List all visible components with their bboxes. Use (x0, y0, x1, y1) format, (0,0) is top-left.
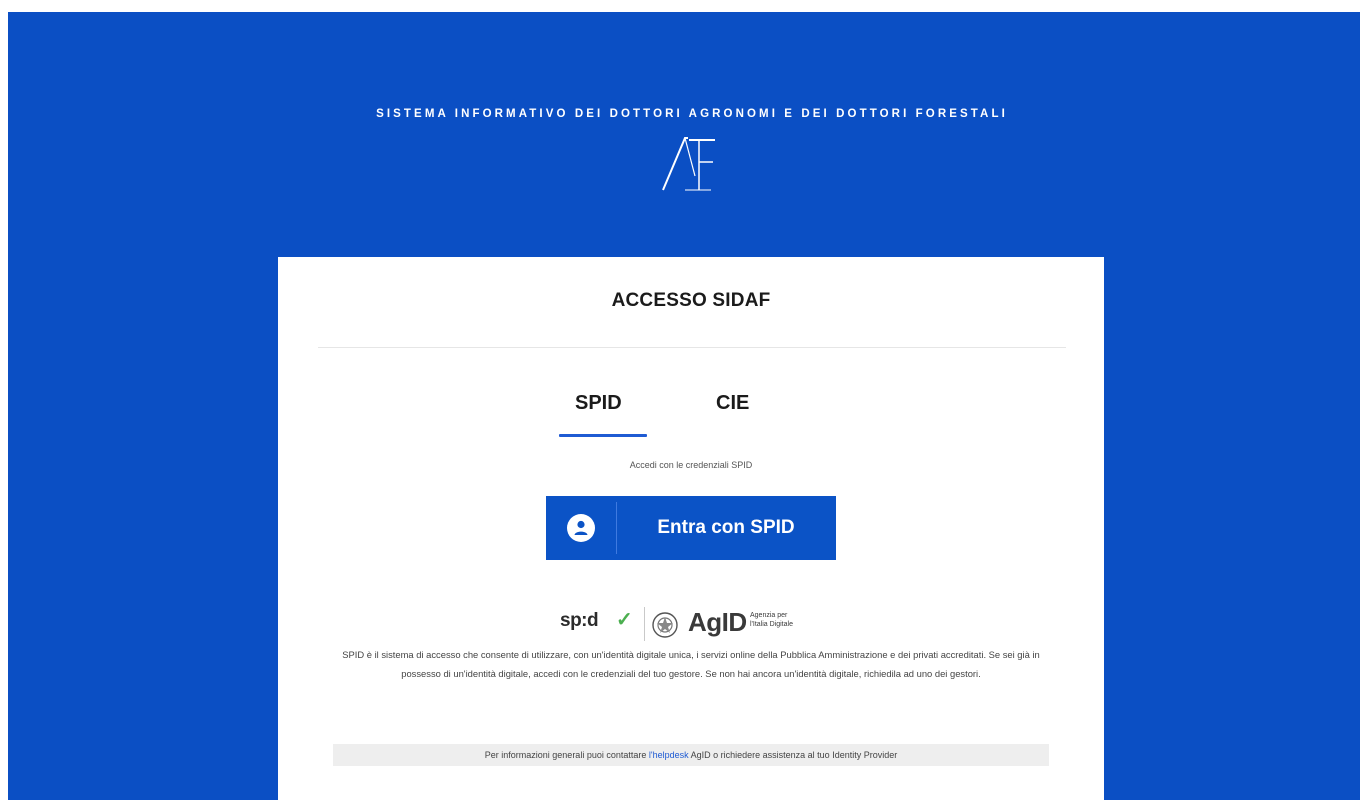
info-bar: Per informazioni generali puoi contattar… (333, 744, 1049, 766)
info-suffix: AgID o richiedere assistenza al tuo Iden… (688, 750, 898, 760)
spid-helper-text: Accedi con le credenziali SPID (629, 460, 753, 470)
card-title: ACCESSO SIDAF (611, 290, 771, 311)
agid-emblem-icon (652, 612, 678, 638)
spid-agid-logos: sp:d ✓ AgID Agenzia per l'Italia Digital… (560, 607, 840, 643)
site-title: SISTEMA INFORMATIVO DEI DOTTORI AGRONOMI… (376, 108, 1008, 120)
info-prefix: Per informazioni generali puoi contattar… (484, 750, 649, 760)
page: SISTEMA INFORMATIVO DEI DOTTORI AGRONOMI… (0, 0, 1360, 800)
tab-cie[interactable]: CIE (716, 392, 749, 415)
spid-button-label: Entra con SPID (657, 517, 795, 538)
af-logo-icon (662, 137, 715, 191)
tab-spid[interactable]: SPID (575, 392, 622, 415)
agid-subtitle: Agenzia per l'Italia Digitale (750, 611, 820, 629)
button-separator (616, 502, 617, 554)
helpdesk-link[interactable]: l'helpdesk (649, 750, 689, 760)
check-icon: ✓ (616, 609, 633, 631)
agid-subtitle-line-2: l'Italia Digitale (750, 621, 793, 628)
agid-logo: AgID (688, 607, 747, 637)
spid-description: SPID è il sistema di accesso che consent… (342, 649, 1040, 679)
enter-with-spid-button[interactable]: Entra con SPID (546, 496, 836, 560)
active-tab-indicator (559, 434, 647, 437)
user-circle-icon (567, 514, 595, 542)
agid-subtitle-line-1: Agenzia per (750, 612, 788, 619)
spid-logo: sp:d (560, 610, 599, 631)
divider (318, 347, 1066, 348)
logos-separator (644, 607, 645, 641)
